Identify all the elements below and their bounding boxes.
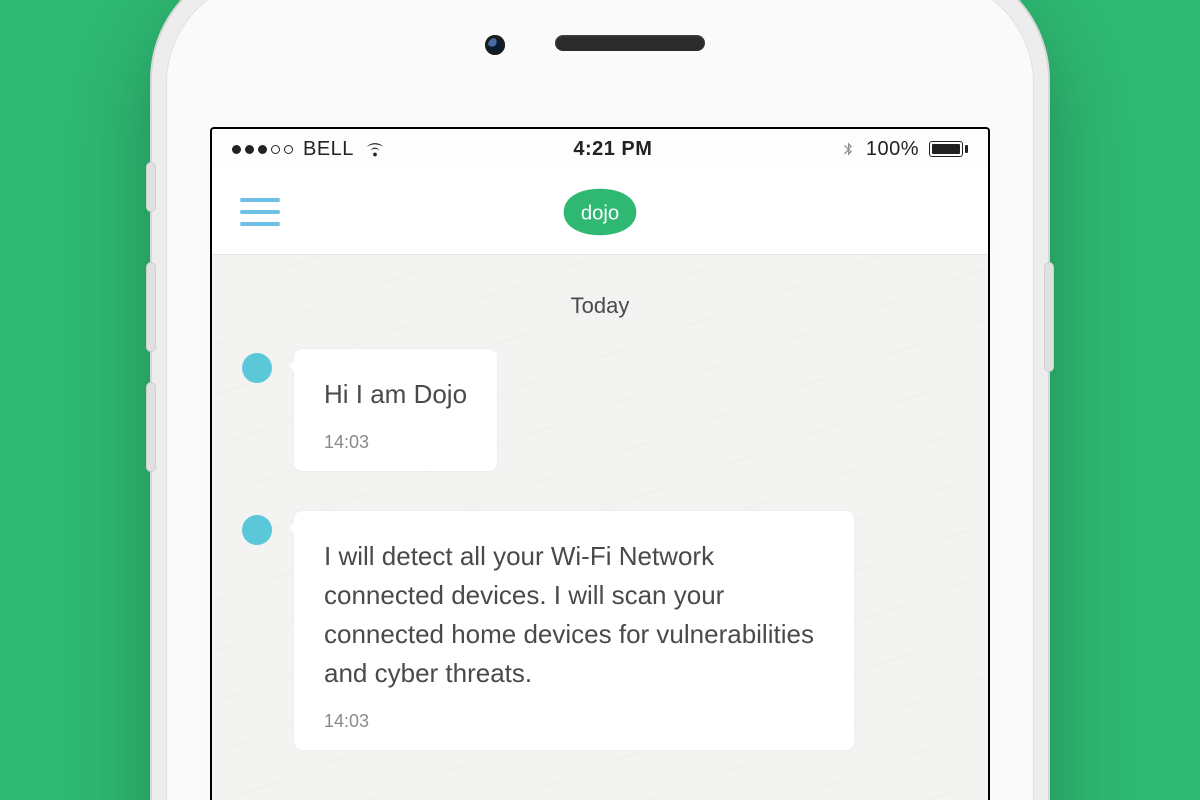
- app-header: dojo: [212, 169, 988, 255]
- message-text: I will detect all your Wi-Fi Network con…: [324, 537, 824, 693]
- phone-volume-up: [146, 262, 156, 352]
- message-time: 14:03: [324, 711, 824, 732]
- message-bubble: Hi I am Dojo 14:03: [294, 349, 497, 471]
- avatar-icon: [242, 353, 272, 383]
- phone-power-button: [1044, 262, 1054, 372]
- phone-camera-icon: [485, 35, 505, 55]
- message-time: 14:03: [324, 432, 467, 453]
- message-bubble: I will detect all your Wi-Fi Network con…: [294, 511, 854, 750]
- menu-button[interactable]: [240, 198, 280, 226]
- battery-percent: 100%: [866, 138, 919, 161]
- chat-message: I will detect all your Wi-Fi Network con…: [242, 511, 958, 750]
- status-bar: BELL 4:21 PM 100%: [212, 129, 988, 169]
- phone-bezel: BELL 4:21 PM 100%: [166, 0, 1034, 800]
- brand-text: dojo: [581, 202, 619, 224]
- dojo-logo: dojo: [555, 183, 645, 241]
- wifi-icon: [364, 138, 386, 160]
- carrier-label: BELL: [303, 138, 354, 161]
- signal-strength-icon: [232, 145, 293, 154]
- phone-frame: BELL 4:21 PM 100%: [150, 0, 1050, 800]
- phone-screen: BELL 4:21 PM 100%: [210, 127, 990, 800]
- phone-speaker-icon: [555, 35, 705, 51]
- message-text: Hi I am Dojo: [324, 375, 467, 414]
- phone-volume-down: [146, 382, 156, 472]
- battery-icon: [929, 141, 968, 157]
- phone-mute-switch: [146, 162, 156, 212]
- avatar-icon: [242, 515, 272, 545]
- clock: 4:21 PM: [573, 138, 652, 161]
- bluetooth-icon: [840, 138, 856, 160]
- chat-message: Hi I am Dojo 14:03: [242, 349, 958, 471]
- chat-area[interactable]: Today Hi I am Dojo 14:03 I will detect a…: [212, 255, 988, 800]
- day-separator: Today: [242, 279, 958, 349]
